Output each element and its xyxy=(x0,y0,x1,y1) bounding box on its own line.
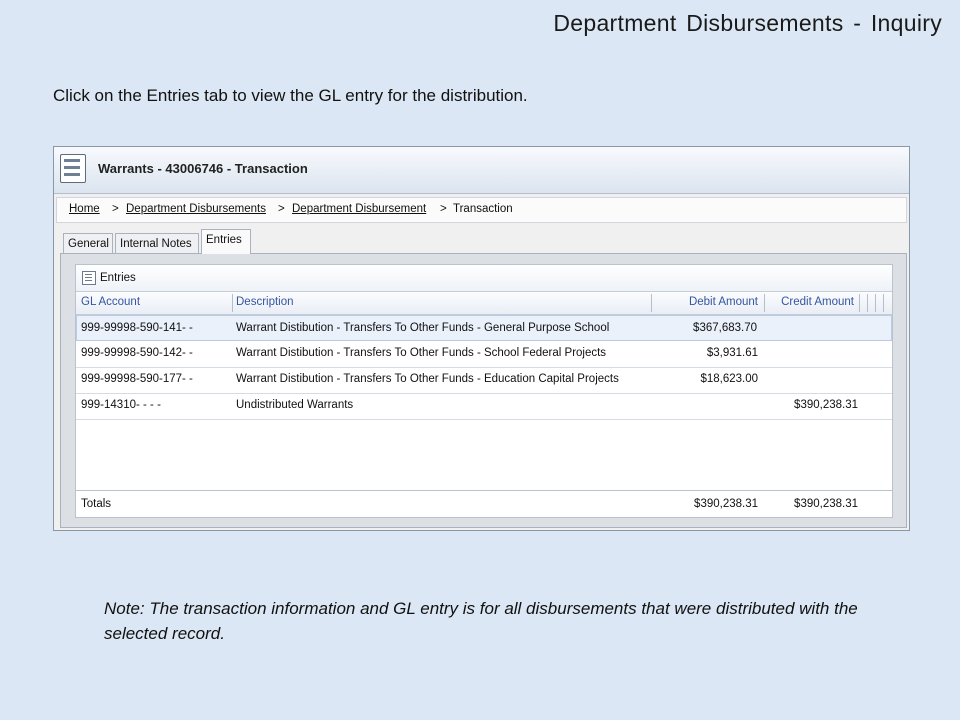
cell-debit: $3,931.61 xyxy=(706,347,758,359)
column-header-gl-account[interactable]: GL Account xyxy=(81,296,140,308)
breadcrumb-department-disbursement[interactable]: Department Disbursement xyxy=(292,203,426,215)
cell-debit: $18,623.00 xyxy=(700,373,758,385)
entries-list-icon xyxy=(82,271,96,285)
entries-grid: Entries GL Account Description Debit Amo… xyxy=(75,264,893,518)
cell-debit: $367,683.70 xyxy=(693,322,757,334)
breadcrumb-department-disbursements[interactable]: Department Disbursements xyxy=(126,203,266,215)
totals-debit: $390,238.31 xyxy=(694,498,758,510)
instruction-text: Click on the Entries tab to view the GL … xyxy=(53,86,528,105)
cell-gl-account: 999-14310- - - - xyxy=(81,399,161,411)
totals-credit: $390,238.31 xyxy=(794,498,858,510)
breadcrumb-separator: > xyxy=(440,203,447,215)
entries-panel: Entries GL Account Description Debit Amo… xyxy=(60,253,907,528)
cell-credit: $390,238.31 xyxy=(794,399,858,411)
window-header: Warrants - 43006746 - Transaction xyxy=(54,147,909,194)
breadcrumb-separator: > xyxy=(112,203,119,215)
form-list-icon xyxy=(60,154,86,183)
cell-gl-account: 999-99998-590-142- - xyxy=(81,347,193,359)
breadcrumb-separator: > xyxy=(278,203,285,215)
tab-internal-notes[interactable]: Internal Notes xyxy=(115,233,199,253)
table-row[interactable]: 999-14310- - - - Undistributed Warrants … xyxy=(76,393,892,420)
slide-title: Department Disbursements - Inquiry xyxy=(553,10,942,36)
cell-gl-account: 999-99998-590-141- - xyxy=(81,322,193,334)
grid-title-bar: Entries xyxy=(76,265,892,292)
totals-label: Totals xyxy=(81,498,112,510)
note-text: Note: The transaction information and GL… xyxy=(104,599,858,643)
column-header-credit-amount[interactable]: Credit Amount xyxy=(781,296,854,308)
grid-title: Entries xyxy=(100,272,136,284)
transaction-window: Warrants - 43006746 - Transaction Home >… xyxy=(53,146,910,531)
table-row[interactable]: 999-99998-590-141- - Warrant Distibution… xyxy=(76,315,892,341)
cell-gl-account: 999-99998-590-177- - xyxy=(81,373,193,385)
cell-description: Warrant Distibution - Transfers To Other… xyxy=(236,373,619,385)
totals-row: Totals $390,238.31 $390,238.31 xyxy=(76,490,892,517)
tab-entries[interactable]: Entries xyxy=(201,229,251,254)
window-title: Warrants - 43006746 - Transaction xyxy=(98,161,308,176)
breadcrumb: Home > Department Disbursements > Depart… xyxy=(56,197,907,223)
column-header-debit-amount[interactable]: Debit Amount xyxy=(689,296,758,308)
cell-description: Undistributed Warrants xyxy=(236,399,354,411)
tab-general[interactable]: General xyxy=(63,233,113,253)
cell-description: Warrant Distibution - Transfers To Other… xyxy=(236,347,607,359)
column-headers: GL Account Description Debit Amount Cred… xyxy=(76,292,892,315)
table-row[interactable]: 999-99998-590-142- - Warrant Distibution… xyxy=(76,341,892,368)
cell-description: Warrant Distibution - Transfers To Other… xyxy=(236,322,610,334)
column-header-description[interactable]: Description xyxy=(236,296,294,308)
breadcrumb-current: Transaction xyxy=(453,203,513,215)
breadcrumb-home[interactable]: Home xyxy=(69,203,100,215)
table-row[interactable]: 999-99998-590-177- - Warrant Distibution… xyxy=(76,367,892,394)
